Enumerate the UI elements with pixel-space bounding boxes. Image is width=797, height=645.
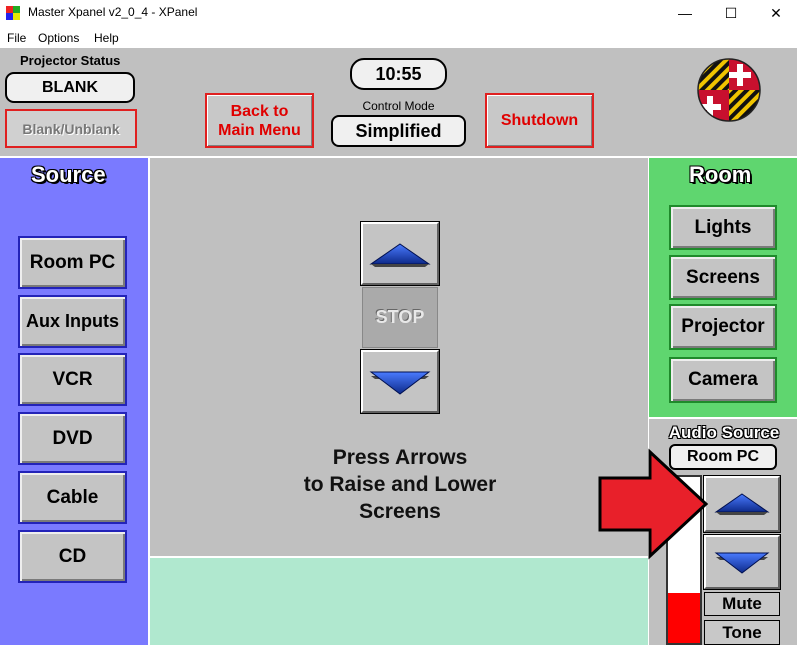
red-arrow-icon — [598, 448, 709, 560]
source-vcr-button[interactable]: VCR — [18, 353, 127, 406]
up-triangle-icon — [369, 243, 431, 267]
source-room-pc-button[interactable]: Room PC — [18, 236, 127, 289]
room-title: Room — [689, 162, 752, 187]
down-triangle-icon — [714, 552, 770, 574]
volume-up-button[interactable] — [703, 475, 781, 533]
source-title: Source — [31, 162, 106, 187]
volume-level-fill — [668, 593, 700, 643]
down-triangle-icon — [369, 371, 431, 395]
instructions-line2: to Raise and Lower — [303, 473, 497, 496]
projector-status-label: Projector Status — [20, 53, 121, 68]
source-panel: Source Room PC Aux Inputs VCR DVD Cable … — [0, 158, 148, 645]
control-mode-label: Control Mode — [362, 99, 435, 113]
screen-down-button[interactable] — [360, 349, 440, 414]
back-button-line2: Main Menu — [218, 121, 301, 139]
control-mode-value[interactable]: Simplified — [331, 115, 466, 147]
title-bar: Master Xpanel v2_0_4 - XPanel — ☐ ✕ — [0, 0, 797, 26]
maryland-flag-logo — [697, 58, 761, 122]
back-to-main-menu-button[interactable]: Back to Main Menu — [205, 93, 314, 148]
instructions-line1: Press Arrows — [332, 446, 468, 469]
volume-down-button[interactable] — [703, 534, 781, 590]
screen-stop-button[interactable]: STOP — [362, 287, 438, 348]
back-button-line1: Back to — [230, 102, 289, 120]
screen-control-panel: STOP Press Arrows to Raise and Lower Scr… — [150, 158, 648, 556]
room-panel: Room Lights Screens Projector Camera — [649, 158, 797, 417]
up-triangle-icon — [714, 493, 770, 515]
screen-instructions: Press Arrows to Raise and Lower Screens — [250, 444, 550, 525]
instructions-line3: Screens — [359, 500, 441, 523]
source-aux-inputs-button[interactable]: Aux Inputs — [18, 295, 127, 348]
window-title: Master Xpanel v2_0_4 - XPanel — [28, 5, 198, 19]
audio-source-title: Audio Source — [668, 423, 780, 442]
header-panel: Projector Status BLANK Blank/Unblank Bac… — [0, 48, 797, 156]
blank-unblank-button[interactable]: Blank/Unblank — [5, 109, 137, 148]
source-dvd-button[interactable]: DVD — [18, 412, 127, 465]
menu-file[interactable]: File — [7, 31, 26, 45]
center-bottom-area — [150, 558, 648, 645]
room-projector-button[interactable]: Projector — [669, 304, 777, 350]
room-camera-button[interactable]: Camera — [669, 357, 777, 403]
room-lights-button[interactable]: Lights — [669, 205, 777, 250]
projector-status-value: BLANK — [5, 72, 135, 103]
source-cable-button[interactable]: Cable — [18, 471, 127, 524]
clock-display: 10:55 — [350, 58, 447, 90]
menu-bar: File Options Help — [0, 28, 797, 48]
source-cd-button[interactable]: CD — [18, 530, 127, 583]
menu-options[interactable]: Options — [38, 31, 79, 45]
tone-button[interactable]: Tone — [704, 620, 780, 645]
menu-help[interactable]: Help — [94, 31, 119, 45]
room-screens-button[interactable]: Screens — [669, 255, 777, 300]
screen-up-button[interactable] — [360, 221, 440, 286]
mute-button[interactable]: Mute — [704, 592, 780, 616]
shutdown-button[interactable]: Shutdown — [485, 93, 594, 148]
close-button[interactable]: ✕ — [753, 0, 797, 26]
minimize-button[interactable]: — — [662, 0, 708, 26]
maximize-button[interactable]: ☐ — [708, 0, 754, 26]
app-icon — [6, 6, 20, 20]
